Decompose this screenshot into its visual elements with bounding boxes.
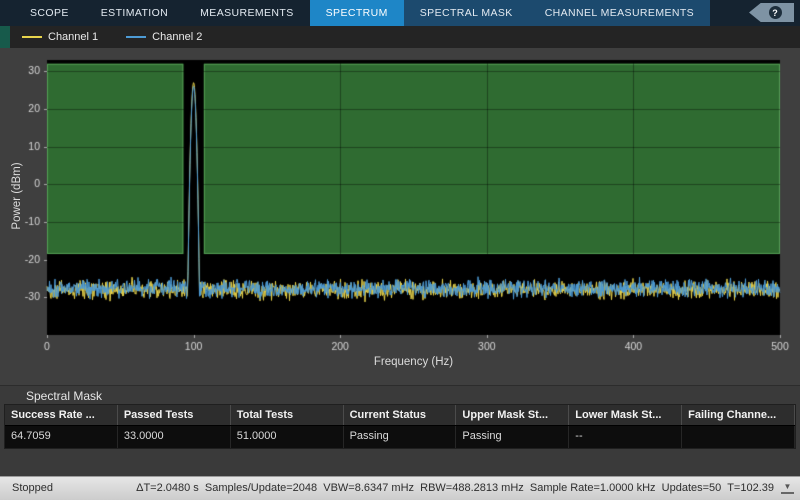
column-header: Success Rate ...	[5, 405, 118, 425]
table-cell	[682, 426, 795, 448]
legend: Channel 1 Channel 2	[0, 26, 800, 48]
table-cell: 64.7059	[5, 426, 118, 448]
column-header: Failing Channe...	[682, 405, 795, 425]
status-info: ΔT=2.0480 s Samples/Update=2048 VBW=8.63…	[136, 482, 774, 494]
legend-label: Channel 1	[48, 31, 98, 43]
spectrum-analyzer-window: SCOPEESTIMATIONMEASUREMENTSSPECTRUMSPECT…	[0, 0, 800, 500]
mask-table-body: 64.705933.000051.0000PassingPassing--	[5, 425, 795, 448]
column-header: Lower Mask St...	[569, 405, 682, 425]
tab-scope[interactable]: SCOPE	[14, 0, 85, 26]
table-cell: --	[569, 426, 682, 448]
spectral-mask-table: Success Rate ...Passed TestsTotal TestsC…	[4, 404, 796, 449]
y-axis-label: Power (dBm)	[11, 141, 23, 251]
x-axis-label: Frequency (Hz)	[47, 356, 780, 368]
legend-label: Channel 2	[152, 31, 202, 43]
legend-item-channel-2[interactable]: Channel 2	[126, 31, 202, 43]
column-header: Total Tests	[231, 405, 344, 425]
spectral-mask-panel: Spectral Mask Success Rate ...Passed Tes…	[0, 385, 800, 478]
spectral-mask-title: Spectral Mask	[26, 389, 800, 403]
spectrum-plot-area: Frequency (Hz) Power (dBm)	[0, 48, 800, 385]
collapse-statusbar-icon[interactable]: ▼	[781, 481, 794, 494]
tab-spectral-mask[interactable]: SPECTRAL MASK	[404, 0, 529, 26]
column-header: Current Status	[344, 405, 457, 425]
help-button[interactable]: ?	[749, 3, 794, 22]
help-icon: ?	[769, 6, 782, 19]
help-label: ?	[772, 8, 778, 18]
table-cell: Passing	[456, 426, 569, 448]
legend-line-swatch	[22, 36, 42, 38]
spectrum-canvas[interactable]	[0, 48, 800, 385]
table-cell: 33.0000	[118, 426, 231, 448]
table-cell: Passing	[344, 426, 457, 448]
table-row[interactable]: 64.705933.000051.0000PassingPassing--	[5, 425, 795, 448]
tab-estimation[interactable]: ESTIMATION	[85, 0, 184, 26]
mask-table-header: Success Rate ...Passed TestsTotal TestsC…	[5, 405, 795, 425]
legend-item-channel-1[interactable]: Channel 1	[22, 31, 98, 43]
toolbar: SCOPEESTIMATIONMEASUREMENTSSPECTRUMSPECT…	[0, 0, 800, 26]
legend-line-swatch	[126, 36, 146, 38]
toolbar-tabs: SCOPEESTIMATIONMEASUREMENTSSPECTRUMSPECT…	[14, 0, 710, 26]
status-state: Stopped	[12, 482, 53, 494]
status-bar: Stopped ΔT=2.0480 s Samples/Update=2048 …	[0, 476, 800, 500]
tab-spectrum[interactable]: SPECTRUM	[310, 0, 404, 26]
tab-measurements[interactable]: MEASUREMENTS	[184, 0, 309, 26]
column-header: Passed Tests	[118, 405, 231, 425]
column-header: Upper Mask St...	[456, 405, 569, 425]
legend-accent	[0, 26, 10, 48]
tab-channel-measurements[interactable]: CHANNEL MEASUREMENTS	[529, 0, 710, 26]
table-cell: 51.0000	[231, 426, 344, 448]
